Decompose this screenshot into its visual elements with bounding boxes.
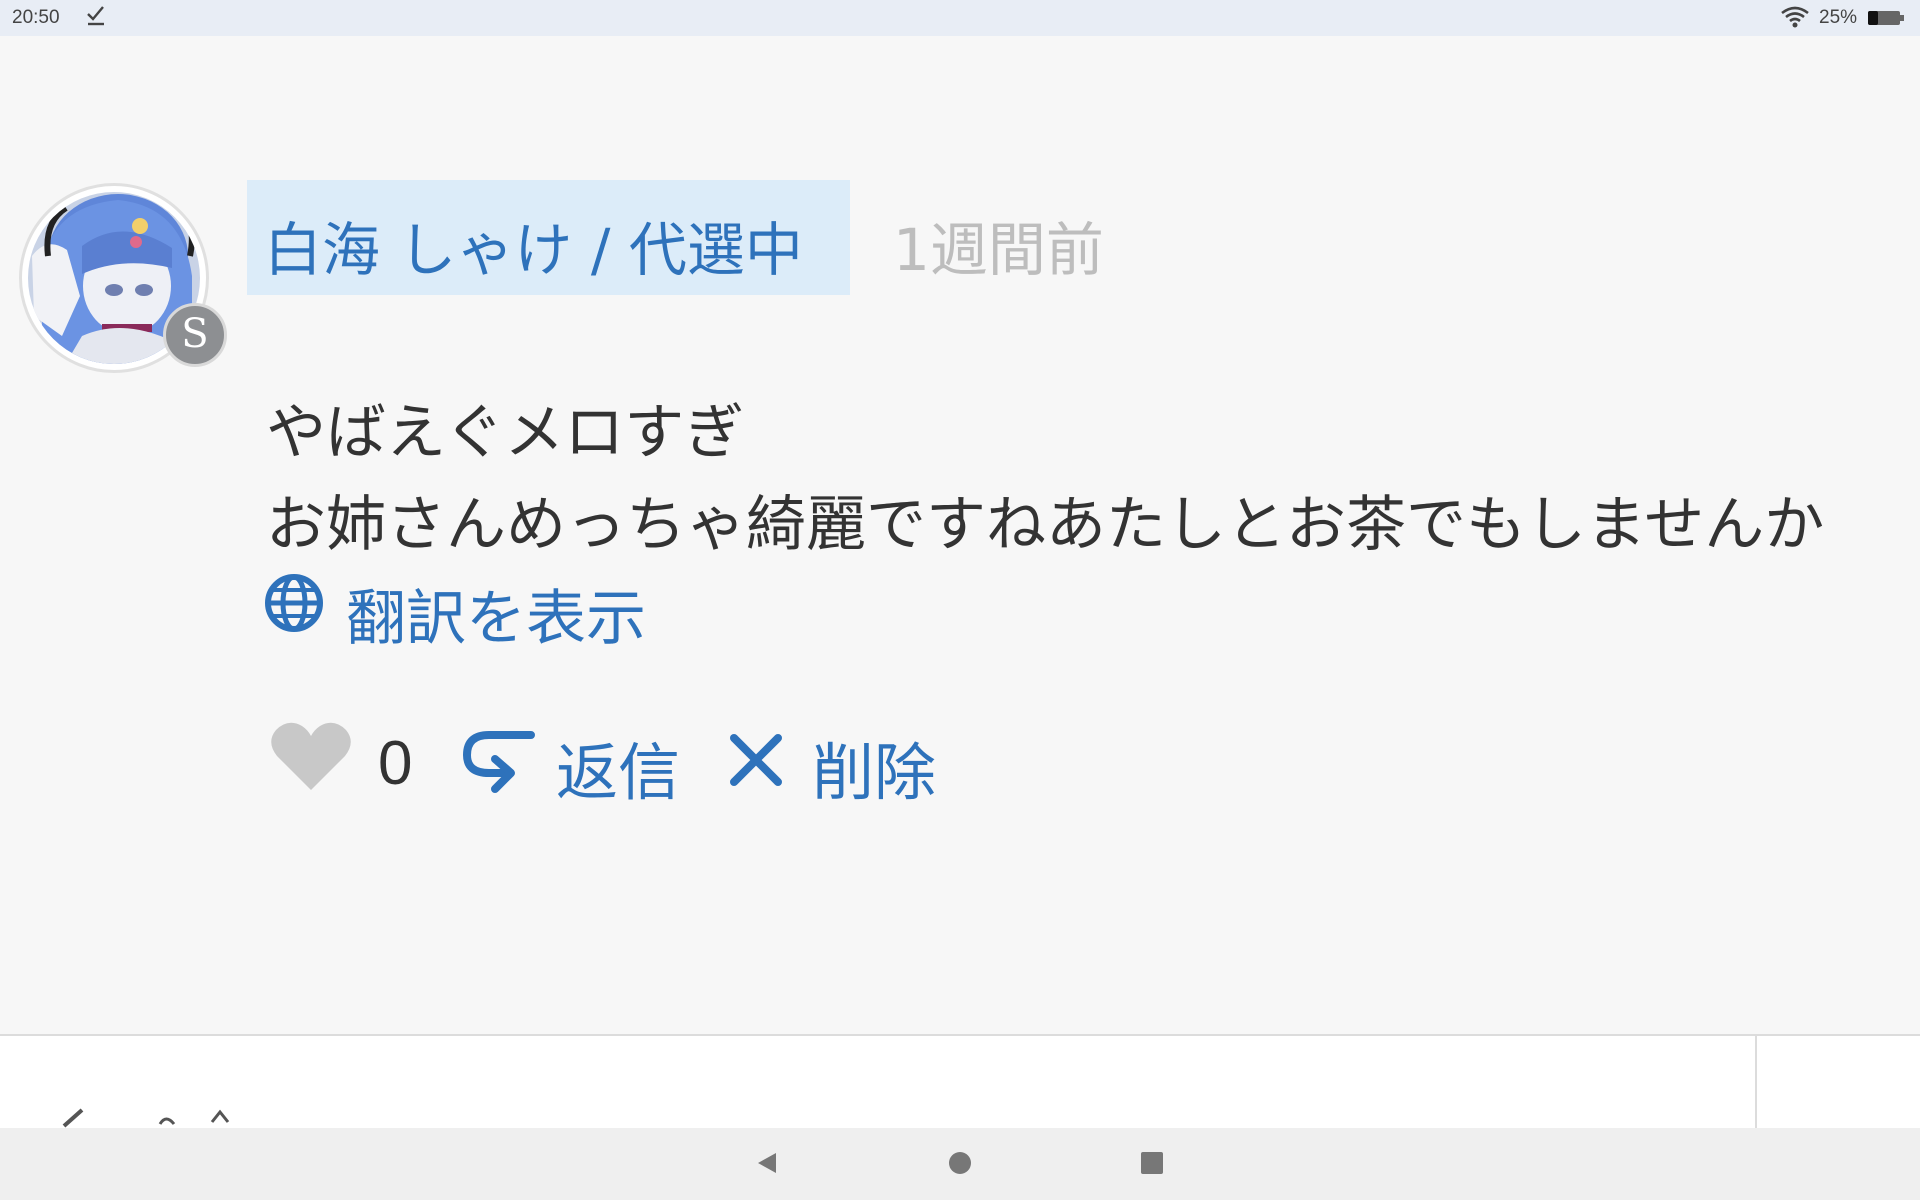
globe-icon[interactable] — [263, 572, 325, 638]
delete-button[interactable]: 削除 — [812, 722, 936, 812]
reply-icon[interactable] — [461, 727, 535, 801]
heart-icon[interactable] — [270, 720, 352, 796]
reply-button[interactable]: 返信 — [556, 722, 680, 812]
like-count: 0 — [378, 729, 413, 798]
comment-body-line: やばえぐメロすぎ — [266, 398, 745, 468]
input-divider — [1755, 1034, 1757, 1128]
comment-input-area[interactable] — [0, 1034, 1920, 1128]
battery-percent: 25% — [1819, 7, 1858, 28]
comment-timestamp: 1週間前 — [893, 216, 1104, 284]
username-link[interactable]: 白海 しゃけ / 代選中 — [264, 203, 803, 287]
battery-icon — [1867, 9, 1905, 33]
silver-badge: S — [163, 303, 227, 367]
download-done-icon — [86, 3, 106, 33]
home-icon[interactable] — [949, 1152, 971, 1174]
wifi-icon — [1780, 6, 1810, 34]
close-icon[interactable] — [728, 732, 784, 792]
show-translation-link[interactable]: 翻訳を表示 — [346, 570, 646, 657]
status-time: 20:50 — [12, 7, 60, 28]
status-bar: 20:50 25% — [0, 0, 1920, 36]
input-placeholder-peek — [60, 1104, 260, 1128]
comment-body-line: お姉さんめっちゃ綺麗ですねあたしとお茶でもしませんか — [266, 490, 1825, 560]
back-icon[interactable] — [756, 1151, 778, 1179]
recents-icon[interactable] — [1141, 1152, 1163, 1174]
